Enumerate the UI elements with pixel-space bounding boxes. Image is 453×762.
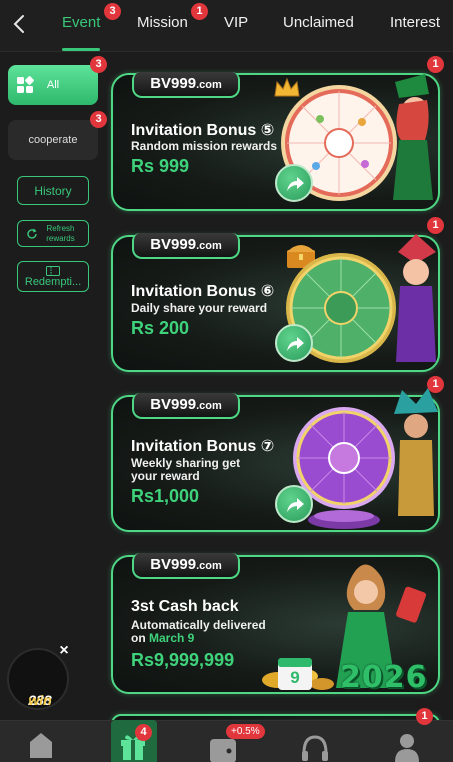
- nav-rewards-badge: 4: [135, 724, 152, 741]
- app-root: Event 3 Mission 1 VIP Unclaimed Interest…: [0, 0, 453, 762]
- card-title: Invitation Bonus ⑦: [131, 436, 274, 456]
- brand-name: BV999: [150, 396, 197, 413]
- category-all-label: All: [46, 79, 60, 91]
- card-title-text: Invitation Bonus: [131, 122, 257, 139]
- red-envelope-icon: [396, 585, 428, 625]
- card-subtitle: Weekly sharing get your reward: [131, 456, 241, 483]
- calendar-date: 9: [290, 668, 300, 687]
- brand-suffix: .com: [196, 400, 222, 412]
- brand-logo: BV999.com: [132, 72, 240, 98]
- tab-event-badge: 3: [104, 3, 121, 20]
- share-arrow-icon: [287, 498, 304, 512]
- redemption-button[interactable]: Redempti...: [17, 261, 89, 292]
- card-title-number: ⑥: [260, 283, 275, 300]
- refresh-icon: [26, 228, 37, 239]
- category-cooperate-button[interactable]: cooperate: [8, 120, 98, 160]
- category-all-badge: 3: [90, 56, 107, 73]
- brand-name: BV999: [150, 236, 197, 253]
- character-aztec-image: [392, 386, 440, 531]
- category-cooperate-label: cooperate: [28, 134, 78, 146]
- category-cooperate-badge: 3: [90, 111, 107, 128]
- brand-suffix: .com: [196, 79, 222, 91]
- card-amount: Rs9,999,999: [131, 650, 235, 670]
- grid-icon: [17, 76, 34, 93]
- ticket-icon: [46, 265, 60, 276]
- share-arrow-icon: [287, 337, 304, 351]
- card-amount: Rs 200: [131, 318, 190, 338]
- card-title: Invitation Bonus ⑤: [131, 120, 274, 140]
- card-subtitle: Random mission rewards: [131, 139, 278, 153]
- card-subtitle-date: March 9: [149, 631, 195, 645]
- home-icon: [30, 733, 52, 758]
- tab-mission-badge: 1: [191, 3, 208, 20]
- nav-more-badge: 1: [416, 708, 433, 725]
- nav-profile[interactable]: [392, 732, 432, 762]
- user-icon: [395, 734, 419, 762]
- category-all-button[interactable]: All: [8, 65, 98, 105]
- share-button[interactable]: [275, 164, 313, 202]
- refresh-rewards-button[interactable]: Refresh rewards: [17, 220, 89, 247]
- history-button[interactable]: History: [17, 176, 89, 205]
- refresh-rewards-label: Refresh rewards: [46, 223, 75, 243]
- card-amount: Rs1,000: [131, 486, 200, 506]
- tab-mission[interactable]: Mission: [137, 14, 188, 31]
- character-jester-image: [392, 232, 440, 372]
- active-tab-indicator: [62, 48, 100, 51]
- top-tab-bar: Event 3 Mission 1 VIP Unclaimed Interest: [0, 0, 453, 52]
- brand-logo: BV999.com: [132, 553, 240, 579]
- history-label: History: [34, 183, 72, 198]
- year-text: 2026: [340, 660, 428, 695]
- card-title: Invitation Bonus ⑥: [131, 281, 274, 301]
- brand-logo: BV999.com: [132, 233, 240, 259]
- share-button[interactable]: [275, 485, 313, 523]
- card-title-text: Invitation Bonus: [131, 438, 257, 455]
- brand-suffix: .com: [196, 240, 222, 252]
- tab-interest[interactable]: Interest: [390, 14, 440, 31]
- wallet-bonus-pill: +0.5%: [226, 724, 265, 739]
- tab-event[interactable]: Event: [62, 14, 100, 31]
- card-title-text: Invitation Bonus: [131, 283, 257, 300]
- card-title-number: ⑦: [260, 438, 275, 455]
- card-subtitle-line1: Automatically delivered: [131, 618, 266, 632]
- card-title: 3st Cash back: [131, 598, 239, 615]
- card-amount: Rs 999: [131, 156, 190, 176]
- share-arrow-icon: [287, 177, 304, 191]
- share-button[interactable]: [275, 324, 313, 362]
- tab-unclaimed[interactable]: Unclaimed: [283, 14, 354, 31]
- tab-vip[interactable]: VIP: [224, 14, 248, 31]
- back-arrow-icon[interactable]: [8, 12, 32, 36]
- brand-suffix: .com: [196, 560, 222, 572]
- headset-icon: [302, 735, 328, 761]
- brand-logo: BV999.com: [132, 393, 240, 419]
- brand-name: BV999: [150, 556, 197, 573]
- nav-support[interactable]: [300, 733, 340, 762]
- nav-home[interactable]: [26, 728, 66, 762]
- redemption-label: Redempti...: [24, 275, 82, 288]
- floating-brand-accent: win: [28, 692, 52, 708]
- card-title-number: ⑤: [260, 122, 275, 139]
- close-icon[interactable]: ×: [55, 642, 73, 660]
- card-subtitle-on: on: [131, 631, 149, 645]
- brand-name: BV999: [150, 75, 197, 92]
- card-subtitle: Daily share your reward: [131, 301, 268, 315]
